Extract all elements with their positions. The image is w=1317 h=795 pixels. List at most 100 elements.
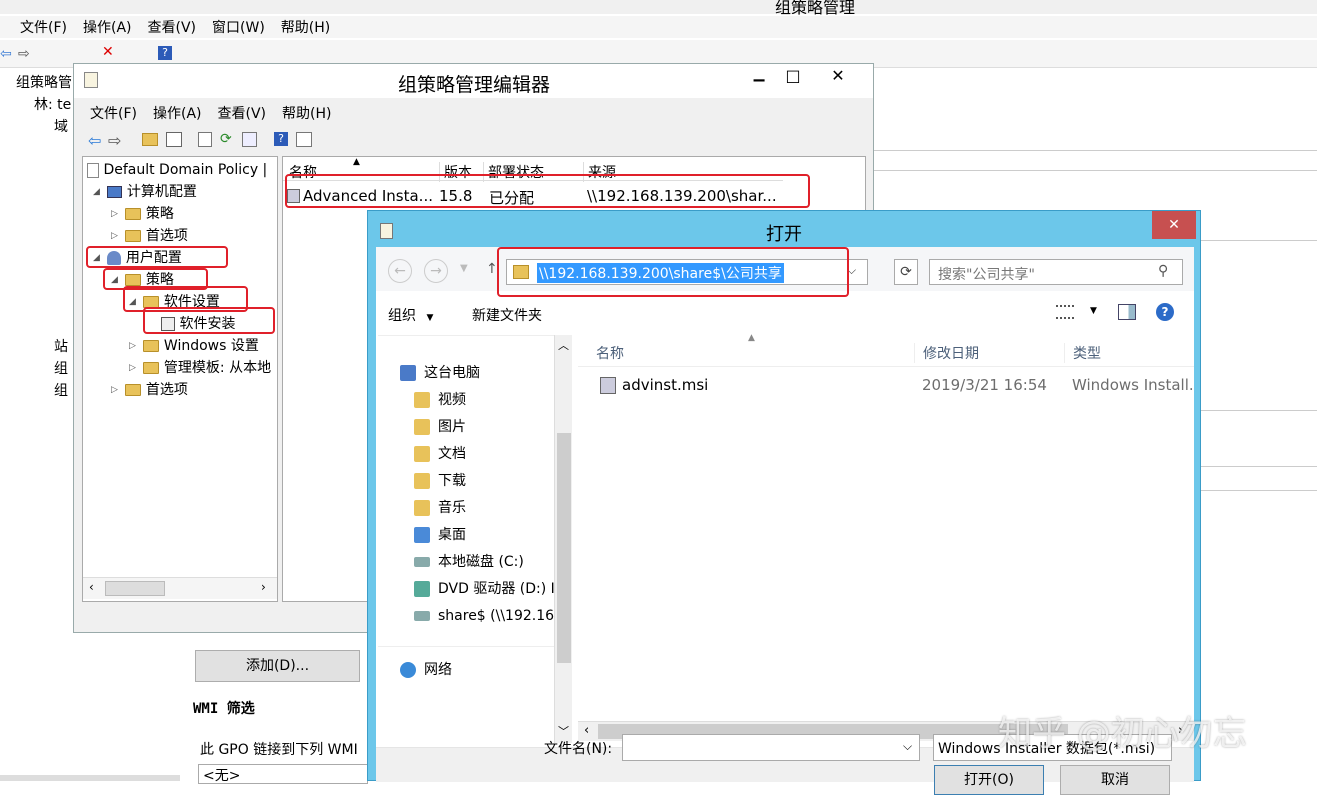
cancel-button[interactable]: 取消: [1060, 765, 1170, 795]
collapse-arrow-icon[interactable]: ◢: [111, 269, 121, 291]
expand-arrow-icon[interactable]: ▷: [129, 357, 139, 379]
editor-minimize-button[interactable]: ▁: [742, 66, 776, 90]
tree-root[interactable]: Default Domain Policy |: [87, 159, 267, 181]
open-button[interactable]: 打开(O): [934, 765, 1044, 795]
bg-tree-root[interactable]: 组策略管: [16, 72, 72, 94]
scroll-left-icon[interactable]: ‹: [584, 723, 589, 738]
refresh-icon[interactable]: ⟳: [894, 259, 918, 285]
tree-policy-1[interactable]: ▷ 策略: [111, 203, 174, 225]
scroll-thumb[interactable]: [105, 581, 165, 596]
bg-menu-help[interactable]: 帮助(H): [273, 17, 338, 37]
search-icon[interactable]: ⚲: [1158, 263, 1168, 279]
col-name[interactable]: 名称: [596, 343, 624, 363]
col-modified[interactable]: 修改日期: [914, 343, 979, 363]
scroll-right-icon[interactable]: ›: [261, 580, 266, 594]
nav-music[interactable]: 音乐: [414, 496, 466, 520]
bg-tree-site[interactable]: 站: [54, 336, 68, 358]
chevron-down-icon[interactable]: ⌵: [903, 739, 912, 754]
search-input[interactable]: 搜索"公司共享" ⚲: [929, 259, 1183, 285]
expand-arrow-icon[interactable]: ▷: [111, 379, 121, 401]
add-button[interactable]: 添加(D)...: [195, 650, 360, 682]
scroll-up-icon[interactable]: ︿: [558, 337, 569, 353]
nav-desktop[interactable]: 桌面: [414, 523, 466, 547]
col-status[interactable]: 部署状态: [483, 162, 544, 182]
collapse-arrow-icon[interactable]: ◢: [129, 291, 139, 313]
col-source[interactable]: 来源: [583, 162, 616, 182]
table-row[interactable]: Advanced Insta... 15.8 已分配 \\192.168.139…: [287, 185, 807, 207]
editor-maximize-button[interactable]: □: [776, 66, 810, 90]
bg-menu-action[interactable]: 操作(A): [75, 17, 140, 37]
forward-icon[interactable]: ⇨: [108, 131, 121, 150]
scroll-left-icon[interactable]: ‹: [89, 580, 94, 594]
nav-downloads[interactable]: 下载: [414, 469, 466, 493]
preview-pane-icon[interactable]: [1118, 304, 1136, 320]
collapse-arrow-icon[interactable]: ◢: [93, 247, 103, 269]
address-dropdown-icon[interactable]: ⌵: [847, 263, 856, 278]
nav-back-icon[interactable]: ←: [388, 259, 412, 283]
nav-network-share[interactable]: share$ (\\192.16: [414, 604, 554, 628]
nav-pictures[interactable]: 图片: [414, 415, 466, 439]
file-row[interactable]: advinst.msi 2019/3/21 16:54 Windows Inst…: [578, 373, 1194, 399]
expand-arrow-icon[interactable]: ▷: [111, 203, 121, 225]
help-icon[interactable]: ?: [274, 132, 288, 146]
editor-menu-action[interactable]: 操作(A): [145, 103, 210, 123]
filename-input[interactable]: ⌵: [622, 734, 920, 761]
wmi-filter-select[interactable]: <无>: [198, 764, 368, 784]
tree-software-settings[interactable]: ◢ 软件设置: [129, 291, 220, 313]
forward-icon[interactable]: ⇨: [18, 46, 30, 62]
nav-network[interactable]: 网络: [400, 658, 452, 682]
tree-policy-2[interactable]: ◢ 策略: [111, 269, 174, 291]
scroll-down-icon[interactable]: ﹀: [558, 723, 569, 739]
collapse-arrow-icon[interactable]: ◢: [93, 181, 103, 203]
up-folder-icon[interactable]: [142, 133, 158, 146]
bg-tree-domain[interactable]: 域: [54, 116, 68, 138]
tree-user-config[interactable]: ◢ 用户配置: [93, 247, 182, 269]
editor-menu-file[interactable]: 文件(F): [82, 103, 145, 123]
expand-arrow-icon[interactable]: ▷: [111, 225, 121, 247]
back-icon[interactable]: ⇦: [0, 46, 12, 62]
recent-locations-icon[interactable]: ▼: [460, 263, 468, 274]
bg-tree-forest[interactable]: 林: te: [34, 94, 71, 116]
col-version[interactable]: 版本: [439, 162, 472, 182]
chevron-down-icon[interactable]: ▼: [1090, 306, 1097, 316]
editor-menu-view[interactable]: 查看(V): [210, 103, 275, 123]
address-field[interactable]: \\192.168.139.200\share$\公司共享 ⌵: [506, 259, 868, 285]
bg-tree-group1[interactable]: 组: [54, 358, 68, 380]
bg-tree-group2[interactable]: 组: [54, 380, 68, 402]
export-icon[interactable]: [242, 132, 257, 147]
tree-preferences-1[interactable]: ▷ 首选项: [111, 225, 188, 247]
nav-videos[interactable]: 视频: [414, 388, 466, 412]
col-type[interactable]: 类型: [1064, 343, 1101, 363]
tree-software-install[interactable]: 软件安装: [161, 313, 235, 335]
tree-admin-templates[interactable]: ▷ 管理模板: 从本地: [129, 357, 271, 379]
scroll-thumb[interactable]: [557, 433, 571, 663]
nav-documents[interactable]: 文档: [414, 442, 466, 466]
bg-menu-window[interactable]: 窗口(W): [204, 17, 273, 37]
refresh-icon[interactable]: ⟳: [220, 131, 232, 147]
nav-forward-icon[interactable]: →: [424, 259, 448, 283]
col-name[interactable]: 名称: [289, 162, 317, 182]
bg-menu-file[interactable]: 文件(F): [12, 17, 75, 37]
help-icon[interactable]: ?: [158, 46, 172, 60]
help-icon[interactable]: ?: [1156, 303, 1174, 321]
dialog-close-button[interactable]: ✕: [1152, 211, 1196, 239]
nav-vscrollbar[interactable]: ︿ ﹀: [554, 335, 572, 743]
expand-arrow-icon[interactable]: ▷: [129, 335, 139, 357]
nav-dvd-drive[interactable]: DVD 驱动器 (D:) I: [414, 577, 555, 601]
tree-windows-settings[interactable]: ▷ Windows 设置: [129, 335, 259, 357]
editor-close-button[interactable]: ✕: [810, 66, 866, 90]
organize-button[interactable]: 组织 ▼: [388, 305, 433, 325]
editor-menu-help[interactable]: 帮助(H): [274, 103, 339, 123]
bg-bottom-scroll[interactable]: [0, 775, 180, 781]
nav-local-disk[interactable]: 本地磁盘 (C:): [414, 550, 524, 574]
show-hide-tree-icon[interactable]: [166, 132, 182, 147]
new-folder-button[interactable]: 新建文件夹: [472, 305, 542, 325]
bg-menu-view[interactable]: 查看(V): [140, 17, 205, 37]
view-icon[interactable]: [296, 132, 312, 147]
tree-preferences-2[interactable]: ▷ 首选项: [111, 379, 188, 401]
tree-hscrollbar[interactable]: ‹ ›: [83, 577, 277, 599]
properties-icon[interactable]: [198, 132, 212, 147]
delete-icon[interactable]: ✕: [102, 44, 114, 60]
tree-computer-config[interactable]: ◢ 计算机配置: [93, 181, 197, 203]
nav-this-pc[interactable]: 这台电脑: [400, 361, 480, 385]
